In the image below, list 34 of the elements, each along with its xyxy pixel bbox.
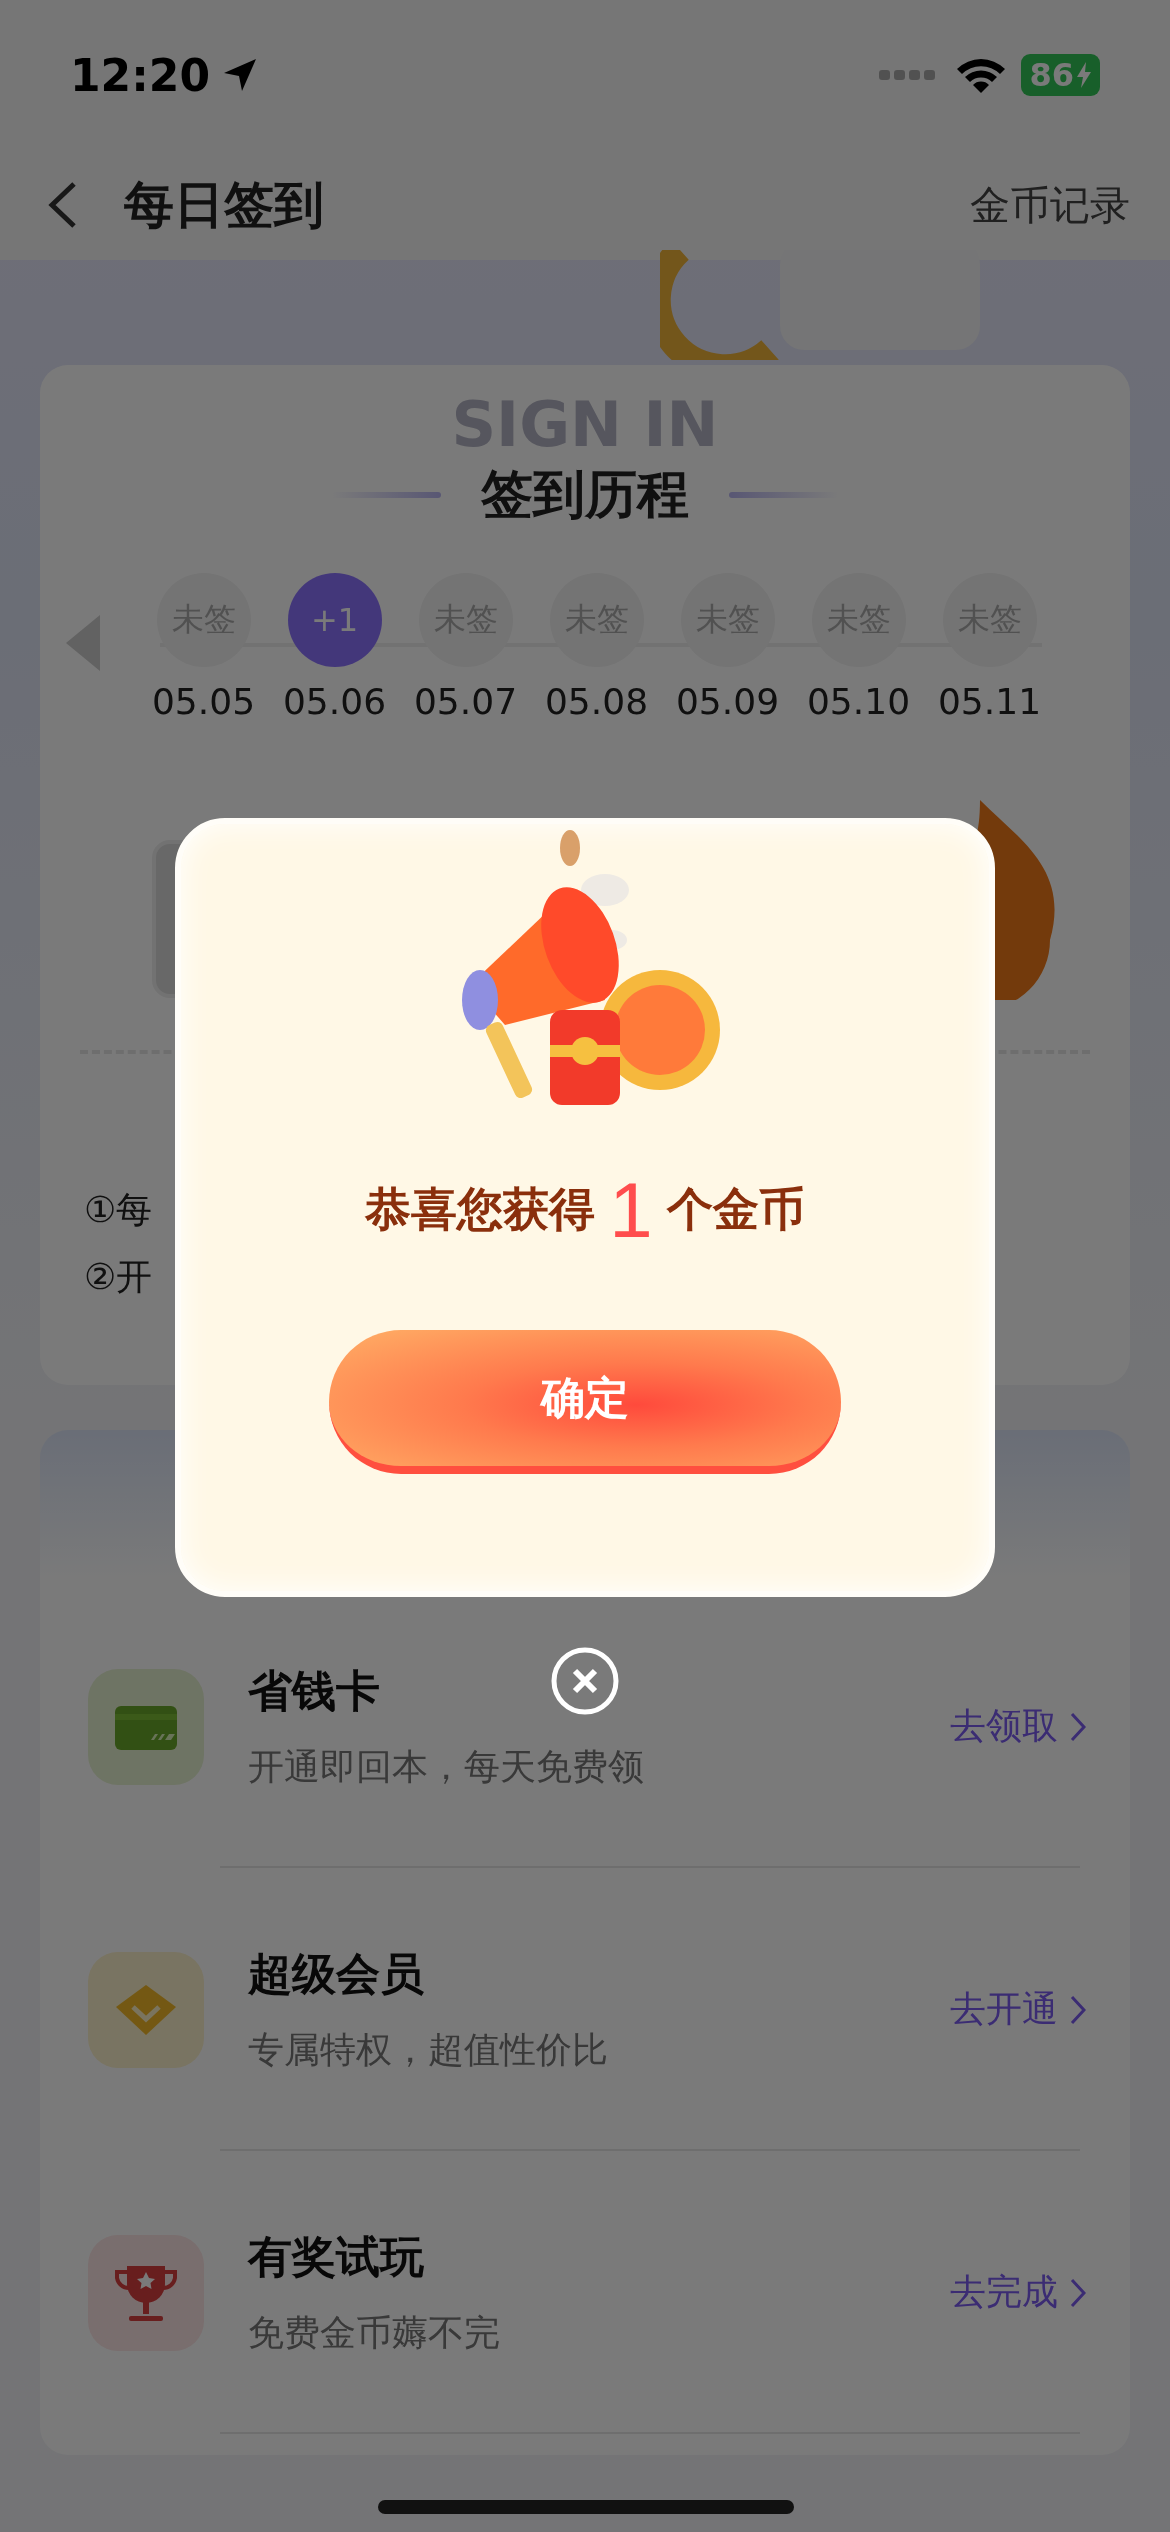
chevron-right-icon: [1070, 1711, 1086, 1742]
chevron-right-icon: [1070, 1994, 1086, 2025]
task-subtitle: 开通即回本，每天免费领: [248, 1744, 644, 1789]
day-date: 05.06: [282, 681, 387, 722]
reward-amount: 1: [609, 1164, 653, 1256]
coin-record-link[interactable]: 金币记录: [970, 177, 1130, 233]
task-action-link[interactable]: 去完成: [950, 2268, 1086, 2317]
reward-message-prefix: 恭喜您获得: [365, 1181, 596, 1238]
confirm-button[interactable]: 确定: [329, 1330, 841, 1474]
day-status-badge: +1: [287, 573, 382, 667]
page-title: 每日签到: [124, 174, 324, 236]
task-title: 有奖试玩: [248, 2229, 424, 2284]
task-action-link[interactable]: 去开通: [950, 1985, 1086, 2034]
rule-text: ②开: [84, 1255, 153, 1299]
close-icon[interactable]: [550, 1646, 620, 1716]
status-time: 12:20: [70, 49, 211, 101]
battery-indicator: 86: [1021, 54, 1100, 96]
task-title: 超级会员: [248, 1946, 424, 2001]
signal-icon: [879, 68, 936, 82]
task-subtitle: 免费金币薅不完: [248, 2310, 500, 2355]
day-date: 05.08: [544, 681, 649, 722]
rule-text: ①每: [84, 1188, 153, 1232]
chevron-right-icon: [1070, 2277, 1086, 2308]
task-action-link[interactable]: 去领取: [950, 1702, 1086, 1751]
section-title: 签到历程: [481, 463, 689, 526]
day-date: 05.05: [151, 681, 256, 722]
day-date: 05.09: [675, 681, 780, 722]
location-arrow-icon: [222, 57, 259, 93]
day-date: 05.10: [806, 681, 911, 722]
day-date: 05.11: [937, 681, 1042, 722]
reward-message-suffix: 个金币: [666, 1181, 805, 1238]
day-date: 05.07: [413, 681, 518, 722]
task-subtitle: 专属特权，超值性价比: [248, 2027, 608, 2072]
task-title: 省钱卡: [248, 1663, 380, 1718]
